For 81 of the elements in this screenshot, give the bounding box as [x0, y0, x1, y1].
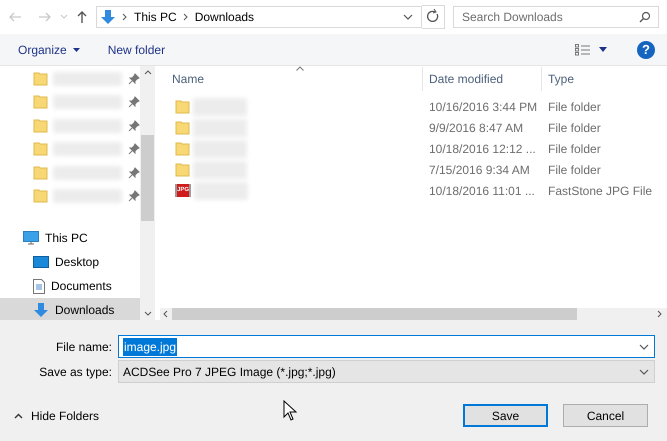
back-arrow-icon[interactable]	[8, 11, 22, 23]
forward-arrow-icon[interactable]	[38, 11, 52, 23]
folder-icon	[175, 140, 190, 156]
folder-icon	[175, 162, 190, 178]
caret-icon	[72, 48, 80, 52]
chevron-down-icon[interactable]	[60, 14, 68, 20]
pin-icon	[128, 143, 140, 156]
dropdown-chevron-icon[interactable]	[639, 344, 649, 350]
dropdown-chevron-icon	[639, 368, 649, 374]
pin-icon	[128, 96, 140, 108]
pin-icon	[128, 166, 140, 179]
nav-item[interactable]: Documents	[0, 274, 140, 298]
column-header[interactable]: Type	[541, 67, 667, 91]
pin-icon	[128, 190, 140, 202]
breadcrumb-chevron-icon	[122, 13, 128, 21]
folder-icon	[175, 120, 190, 136]
type-cell-text: FastStone JPG File	[547, 182, 654, 200]
breadcrumb-chevron-icon	[182, 13, 189, 21]
column-header[interactable]: Name	[160, 67, 422, 91]
desktop-icon	[33, 256, 49, 268]
pin-icon	[128, 120, 140, 132]
scroll-up-icon	[144, 70, 152, 75]
up-arrow-icon[interactable]	[76, 10, 88, 24]
scroll-right-icon	[657, 310, 662, 318]
folder-icon	[33, 118, 48, 134]
organize-button[interactable]: Organize	[18, 40, 80, 58]
hide-folders-button[interactable]: Hide Folders	[14, 406, 100, 424]
vertical-scrollbar[interactable]	[140, 66, 155, 320]
date-cell-text: 10/18/2016 12:12 ...	[428, 140, 537, 158]
folder-icon	[33, 188, 48, 204]
field-label: Save as type:	[38, 364, 113, 380]
type-cell-text: File folder	[547, 162, 602, 178]
breadcrumb[interactable]: This PC	[134, 8, 177, 26]
nav-label: Desktop	[55, 254, 100, 271]
nav-item[interactable]: This PC	[0, 226, 140, 250]
type-cell-text: File folder	[547, 120, 602, 136]
new-folder-button[interactable]: New folder	[108, 40, 166, 58]
download-arrow-icon	[33, 302, 49, 318]
chevron-up-icon	[14, 412, 23, 418]
download-arrow-icon	[100, 9, 116, 25]
folder-icon	[33, 141, 48, 158]
save-type-dropdown[interactable]: ACDSee Pro 7 JPEG Image (*.jpg;*.jpg)	[118, 360, 655, 383]
folder-icon	[33, 94, 48, 110]
search-icon	[639, 11, 651, 23]
view-options-icon[interactable]	[575, 44, 591, 56]
computer-icon	[23, 231, 39, 245]
date-cell-text: 9/9/2016 8:47 AM	[428, 120, 524, 136]
date-cell-text: 7/15/2016 9:34 AM	[428, 162, 531, 178]
date-cell-text: 10/16/2016 3:44 PM	[428, 98, 538, 116]
scroll-down-icon	[144, 311, 152, 316]
sort-ascending-icon[interactable]	[296, 66, 304, 71]
nav-item[interactable]: Downloads	[0, 298, 140, 320]
help-button[interactable]: ?	[637, 40, 655, 58]
dialog-button[interactable]: Save	[463, 404, 548, 427]
address-bar[interactable]: This PC Downloads	[96, 6, 422, 28]
dialog-button[interactable]: Cancel	[563, 404, 648, 427]
folder-icon	[33, 70, 48, 87]
field-label: File name:	[54, 338, 113, 356]
nav-label: This PC	[45, 230, 88, 247]
pin-icon	[128, 72, 140, 85]
nav-label: Documents	[51, 278, 112, 295]
mouse-cursor-icon	[283, 400, 297, 421]
file-name-field[interactable]: image.jpg	[118, 335, 655, 358]
search-field[interactable]: Search Downloads	[453, 6, 659, 28]
horizontal-scrollbar[interactable]	[160, 308, 667, 320]
nav-label: Downloads	[55, 302, 114, 319]
date-cell-text: 10/18/2016 11:01 ...	[428, 182, 536, 200]
document-icon	[33, 278, 45, 294]
refresh-icon[interactable]	[422, 5, 445, 29]
selected-text: image.jpg	[123, 338, 178, 356]
nav-item[interactable]: Desktop	[0, 250, 140, 274]
breadcrumb[interactable]: Downloads	[194, 8, 254, 26]
folder-icon	[175, 98, 190, 114]
dropdown-value: ACDSee Pro 7 JPEG Image (*.jpg;*.jpg)	[123, 364, 336, 380]
type-cell-text: File folder	[547, 98, 602, 116]
scroll-left-icon	[163, 310, 168, 318]
caret-icon[interactable]	[599, 47, 607, 52]
dropdown-chevron-icon[interactable]	[403, 14, 413, 20]
folder-icon	[33, 164, 48, 181]
column-header[interactable]: Date modified	[422, 67, 541, 91]
type-cell-text: File folder	[547, 140, 602, 158]
